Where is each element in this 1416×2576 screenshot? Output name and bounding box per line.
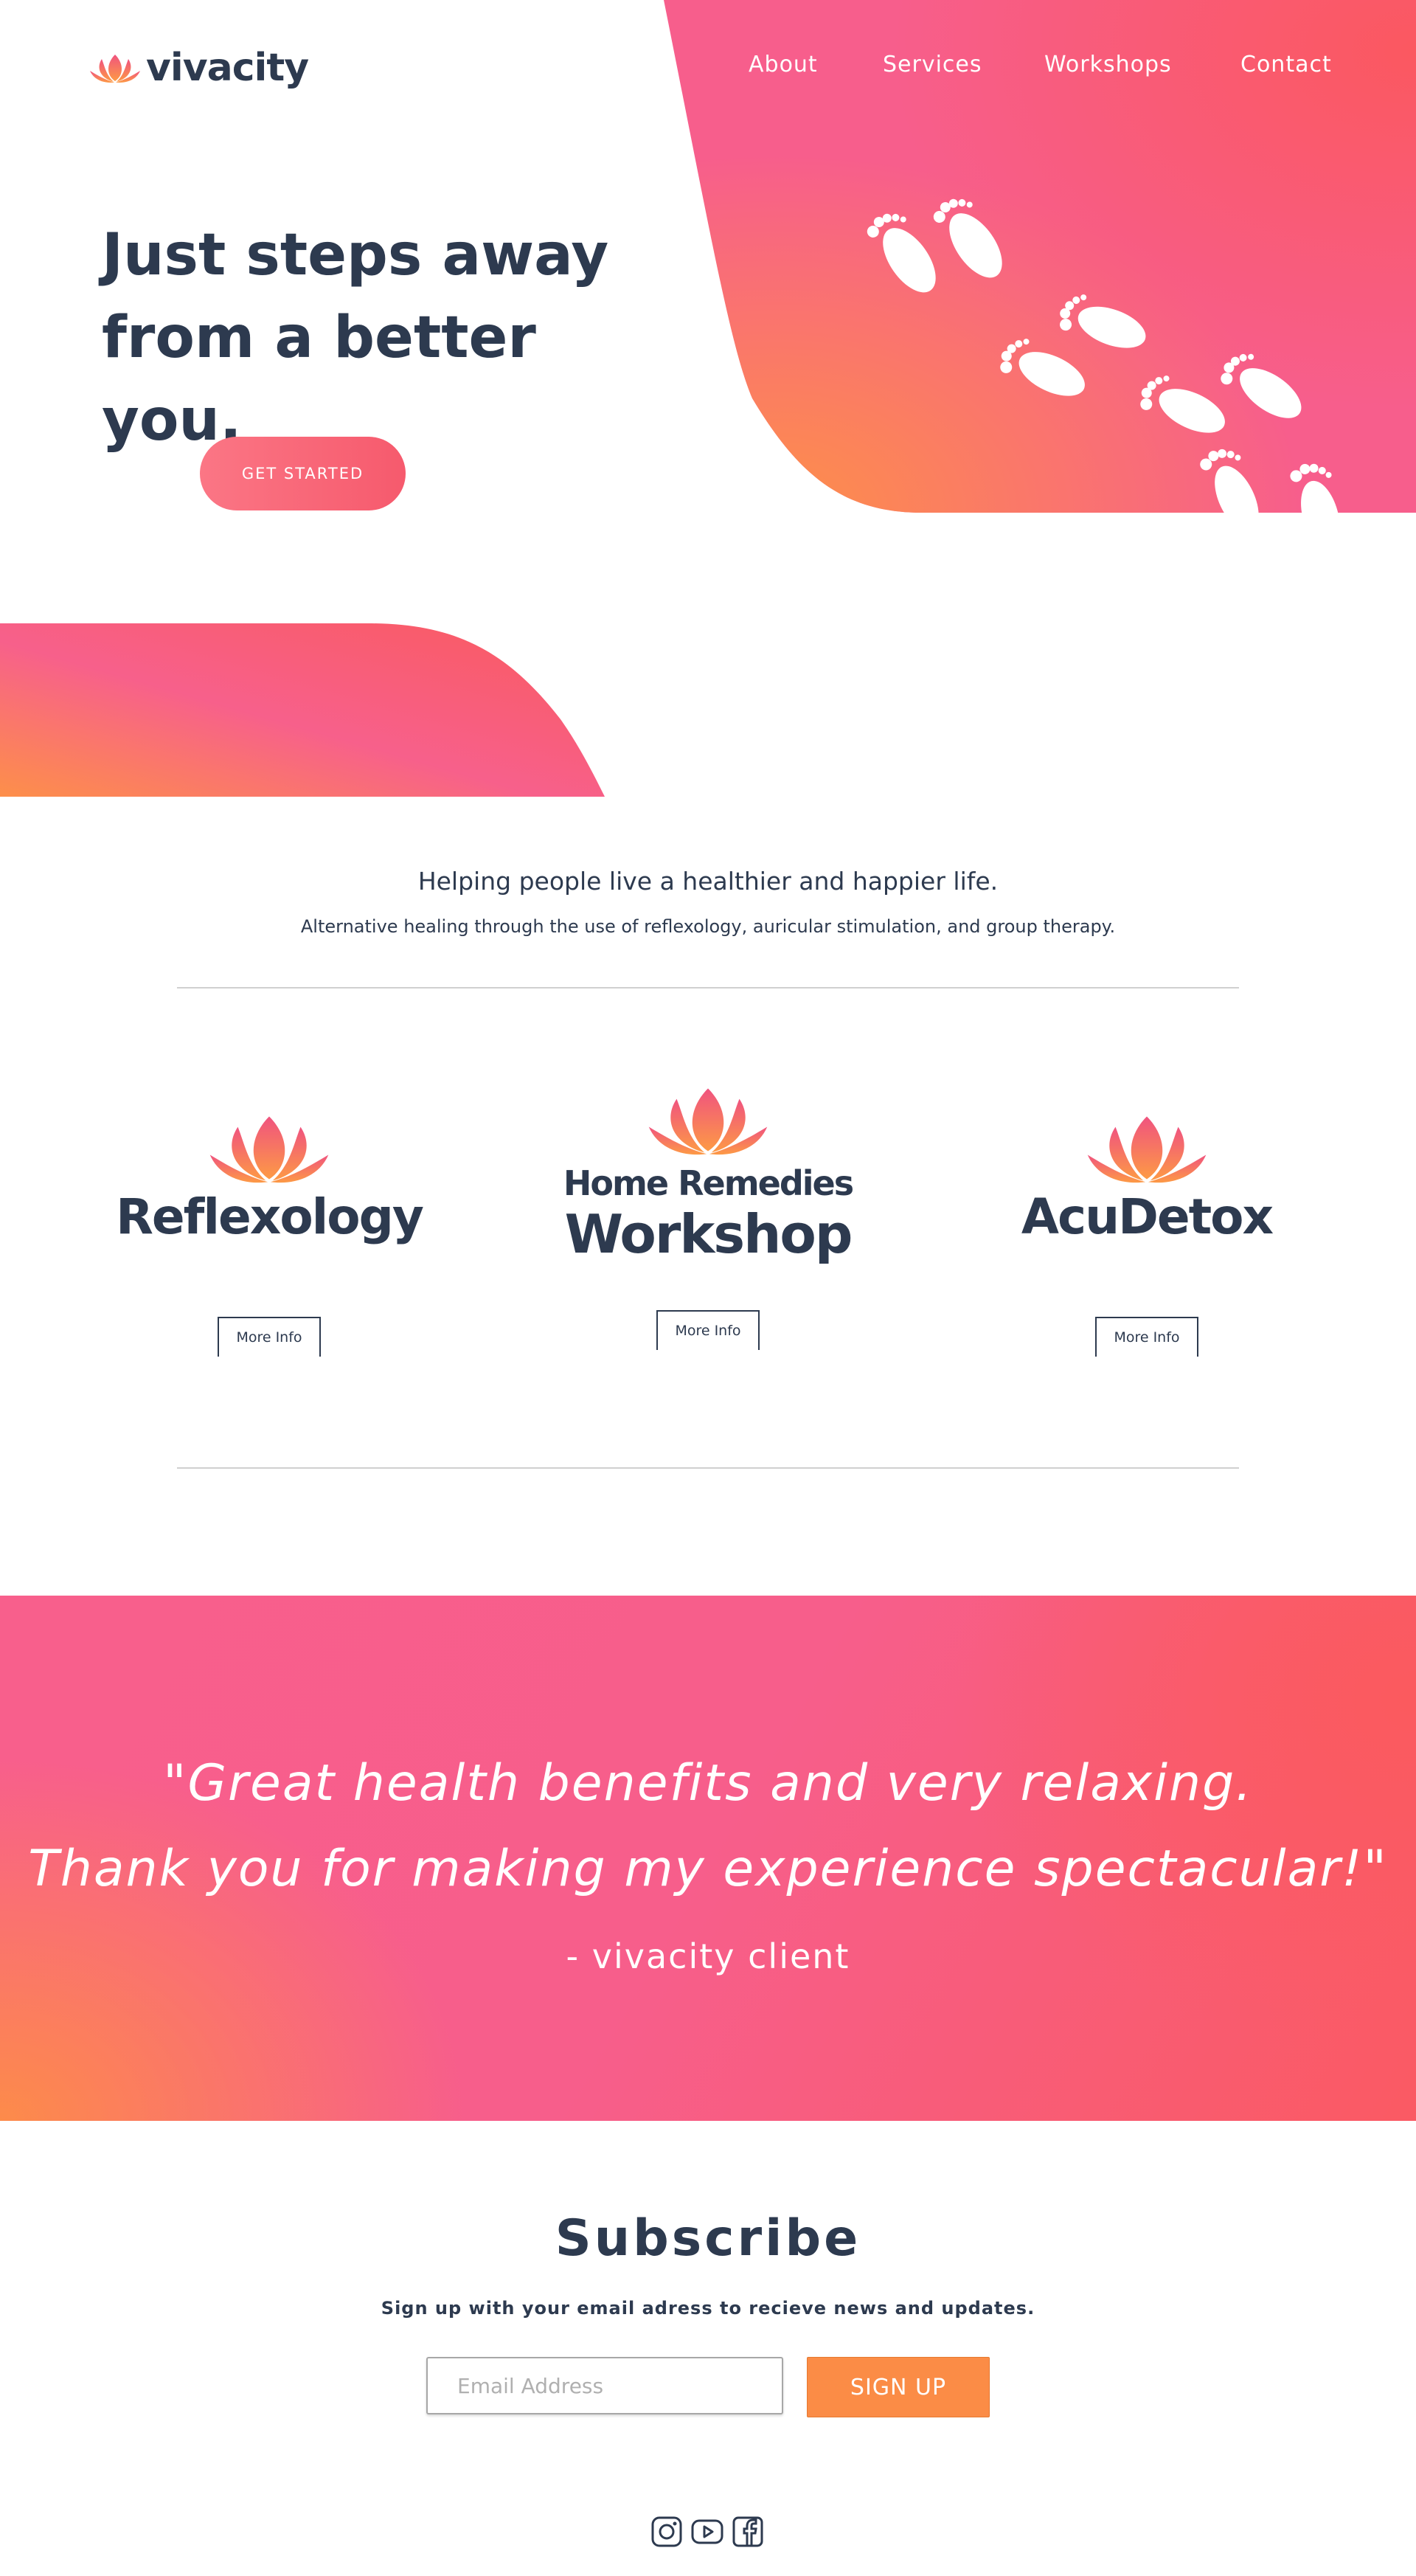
- subscribe-title: Subscribe: [555, 2209, 861, 2268]
- service-home-remedies-workshop: Home Remedies Workshop More Info: [502, 1078, 914, 1350]
- hero-headline-line2: from a better you.: [102, 305, 536, 454]
- intro-subtitle: Alternative healing through the use of r…: [300, 916, 1116, 937]
- sign-up-button[interactable]: SIGN UP: [807, 2357, 990, 2417]
- service-title-line1: Home Remedies: [563, 1163, 854, 1203]
- youtube-icon[interactable]: [691, 2516, 723, 2548]
- nav-about-link[interactable]: About: [749, 52, 818, 77]
- lotus-logo-icon: [90, 55, 140, 83]
- decorative-wave-shape: [0, 623, 605, 797]
- lotus-icon: [209, 1116, 329, 1183]
- service-title: Reflexology: [116, 1188, 424, 1245]
- nav-workshops-link[interactable]: Workshops: [1044, 52, 1172, 77]
- facebook-icon[interactable]: [732, 2516, 764, 2548]
- testimonial-quote: "Great health benefits and very relaxing…: [0, 1741, 1416, 1912]
- instagram-icon[interactable]: [650, 2516, 683, 2548]
- testimonial-line1: "Great health benefits and very relaxing…: [163, 1754, 1253, 1812]
- service-acudetox: AcuDetox More Info: [940, 1107, 1353, 1357]
- nav-services-link[interactable]: Services: [883, 52, 982, 77]
- subscribe-description: Sign up with your email adress to reciev…: [381, 2298, 1035, 2319]
- get-started-button[interactable]: GET STARTED: [200, 437, 406, 510]
- testimonial-line2: Thank you for making my experience spect…: [28, 1840, 1388, 1898]
- service-reflexology: Reflexology More Info: [63, 1107, 476, 1357]
- service-title-line2: Workshop: [564, 1203, 853, 1265]
- hero-headline: Just steps away from a better you.: [102, 214, 692, 462]
- workshop-more-info-button[interactable]: More Info: [656, 1310, 760, 1350]
- brand-name: vivacity: [146, 46, 309, 90]
- hero-headline-line1: Just steps away: [102, 222, 609, 288]
- section-divider-top: [177, 987, 1239, 988]
- section-divider-bottom: [177, 1467, 1239, 1469]
- reflexology-more-info-button[interactable]: More Info: [218, 1317, 321, 1357]
- brand-logo[interactable]: vivacity: [88, 46, 309, 90]
- service-title: AcuDetox: [1021, 1188, 1274, 1245]
- nav-contact-link[interactable]: Contact: [1240, 52, 1332, 77]
- testimonial-author: - vivacity client: [566, 1936, 850, 1976]
- acudetox-more-info-button[interactable]: More Info: [1095, 1317, 1198, 1357]
- email-address-input[interactable]: [426, 2357, 783, 2414]
- lotus-icon: [648, 1088, 768, 1155]
- intro-title: Helping people live a healthier and happ…: [417, 867, 999, 896]
- lotus-icon: [1087, 1116, 1207, 1183]
